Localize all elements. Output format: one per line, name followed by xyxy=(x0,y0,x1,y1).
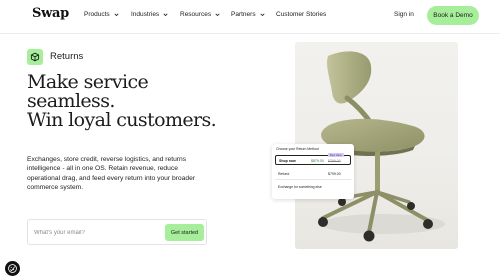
chevron-down-icon xyxy=(260,13,265,17)
logo[interactable]: Swap xyxy=(32,6,69,21)
top-nav: Swap Products Industries Resources Partn… xyxy=(0,0,500,33)
nav-divider xyxy=(0,33,500,34)
option-old-price: $799.00 xyxy=(328,158,341,163)
email-signup-form: Get started xyxy=(27,219,207,245)
nav-item-label: Industries xyxy=(131,11,160,18)
hero-description: Exchanges, store credit, reverse logisti… xyxy=(27,156,196,191)
best-value-badge: Best Value xyxy=(328,153,344,157)
nav-item-label: Resources xyxy=(180,11,212,18)
option-label: Shop now xyxy=(279,158,296,163)
box-icon xyxy=(27,49,43,65)
hero-headline: Make service seamless. Win loyal custome… xyxy=(27,73,277,130)
return-option-exchange[interactable]: Exchange for something else xyxy=(278,185,322,189)
divider xyxy=(275,179,351,180)
chevron-down-icon xyxy=(114,13,119,17)
nav-item-partners[interactable]: Partners xyxy=(231,11,266,18)
option-price: $799.00 xyxy=(328,172,341,176)
section-label: Returns xyxy=(50,51,84,62)
return-option-refund[interactable]: Refund xyxy=(278,172,289,176)
email-input[interactable] xyxy=(34,227,154,239)
nav-item-resources[interactable]: Resources xyxy=(180,11,221,18)
nav-item-label: Partners xyxy=(231,11,256,18)
nav-item-products[interactable]: Products xyxy=(84,11,120,18)
chevron-down-icon xyxy=(163,13,168,17)
nav-item-label: Customer Stories xyxy=(276,11,327,18)
book-demo-button[interactable]: Book a Demo xyxy=(427,6,479,25)
cookie-settings-icon[interactable] xyxy=(5,261,20,276)
headline-line: Win loyal customers. xyxy=(27,109,217,131)
sign-in-link[interactable]: Sign in xyxy=(394,11,414,18)
option-price: $879.00 xyxy=(311,158,324,163)
card-title: Choose your Return Method xyxy=(276,147,319,151)
return-method-card: Choose your Return Method Shop now $879.… xyxy=(272,144,354,199)
chevron-down-icon xyxy=(215,13,220,17)
get-started-button[interactable]: Get started xyxy=(165,224,204,241)
nav-item-customer-stories[interactable]: Customer Stories xyxy=(276,11,326,18)
nav-item-industries[interactable]: Industries xyxy=(131,11,169,18)
nav-item-label: Products xyxy=(84,11,110,18)
